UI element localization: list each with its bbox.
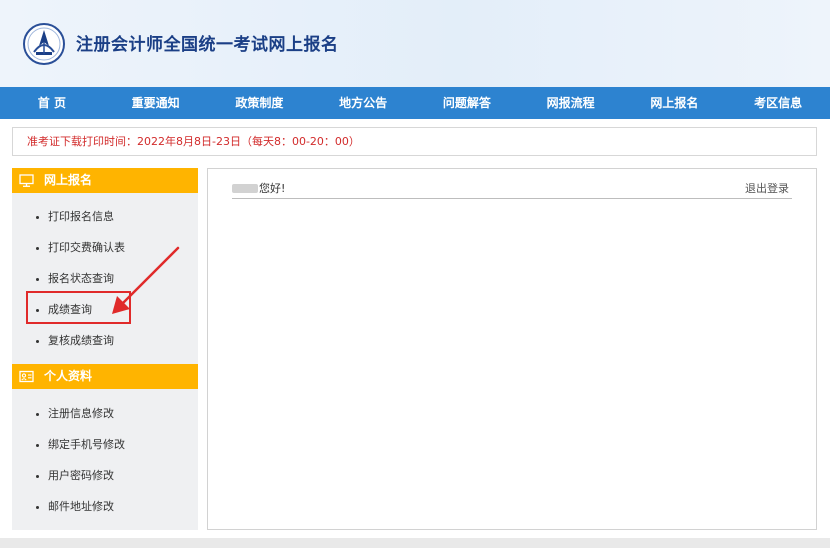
sidebar-item-label: 绑定手机号修改 [48, 438, 125, 451]
id-card-icon [19, 370, 34, 383]
redacted-username [232, 184, 258, 193]
sidebar-item-label: 邮件地址修改 [48, 500, 114, 513]
bullet-dot [36, 216, 39, 219]
sidebar-section-personal-info: 个人资料 [12, 364, 198, 389]
sidebar-item-edit-email[interactable]: 邮件地址修改 [12, 496, 198, 518]
sidebar-section-online-registration: 网上报名 [12, 168, 198, 193]
greeting-text: 您好! [259, 182, 286, 195]
nav-online-registration[interactable]: 网上报名 [623, 87, 727, 119]
bullet-dot [36, 475, 39, 478]
bullet-dot [36, 413, 39, 416]
cicpa-emblem-icon [23, 23, 65, 65]
footer-bar [0, 538, 830, 548]
nav-important-notices[interactable]: 重要通知 [104, 87, 208, 119]
sidebar-item-edit-registration-info[interactable]: 注册信息修改 [12, 403, 198, 425]
sidebar-item-label: 打印报名信息 [48, 210, 114, 223]
nav-exam-area-info[interactable]: 考区信息 [726, 87, 830, 119]
greeting: 您好! [232, 180, 285, 196]
logout-link[interactable]: 退出登录 [745, 180, 789, 196]
sidebar-item-edit-phone[interactable]: 绑定手机号修改 [12, 434, 198, 456]
monitor-icon [19, 174, 34, 187]
nav-home[interactable]: 首 页 [0, 87, 104, 119]
sidebar-item-edit-password[interactable]: 用户密码修改 [12, 465, 198, 487]
nav-local-announcements[interactable]: 地方公告 [311, 87, 415, 119]
admission-ticket-notice: 准考证下载打印时间：2022年8月8日-23日（每天8：00-20：00） [12, 127, 817, 156]
site-header: 注册会计师全国统一考试网上报名 [0, 0, 830, 87]
bullet-dot [36, 278, 39, 281]
annotation-arrow-icon [112, 246, 180, 314]
bullet-dot [36, 444, 39, 447]
main-nav: 首 页 重要通知 政策制度 地方公告 问题解答 网报流程 网上报名 考区信息 [0, 87, 830, 119]
sidebar-item-label: 复核成绩查询 [48, 334, 114, 347]
sidebar-item-score-review-query[interactable]: 复核成绩查询 [12, 330, 198, 352]
nav-policies[interactable]: 政策制度 [208, 87, 312, 119]
sidebar-section-title: 网上报名 [44, 173, 93, 187]
nav-registration-process[interactable]: 网报流程 [519, 87, 623, 119]
sidebar-item-label: 用户密码修改 [48, 469, 114, 482]
divider [232, 198, 792, 199]
sidebar-section-title: 个人资料 [44, 369, 93, 383]
sidebar: 网上报名 打印报名信息 打印交费确认表 报名状态查询 成绩查询 复核成绩查询 个… [12, 168, 198, 530]
sidebar-item-print-registration-info[interactable]: 打印报名信息 [12, 206, 198, 228]
site-title: 注册会计师全国统一考试网上报名 [76, 35, 339, 55]
bullet-dot [36, 247, 39, 250]
bullet-dot [36, 506, 39, 509]
main-content-panel: 您好! 退出登录 [207, 168, 817, 530]
bullet-dot [36, 340, 39, 343]
sidebar-item-label: 注册信息修改 [48, 407, 114, 420]
nav-faq[interactable]: 问题解答 [415, 87, 519, 119]
